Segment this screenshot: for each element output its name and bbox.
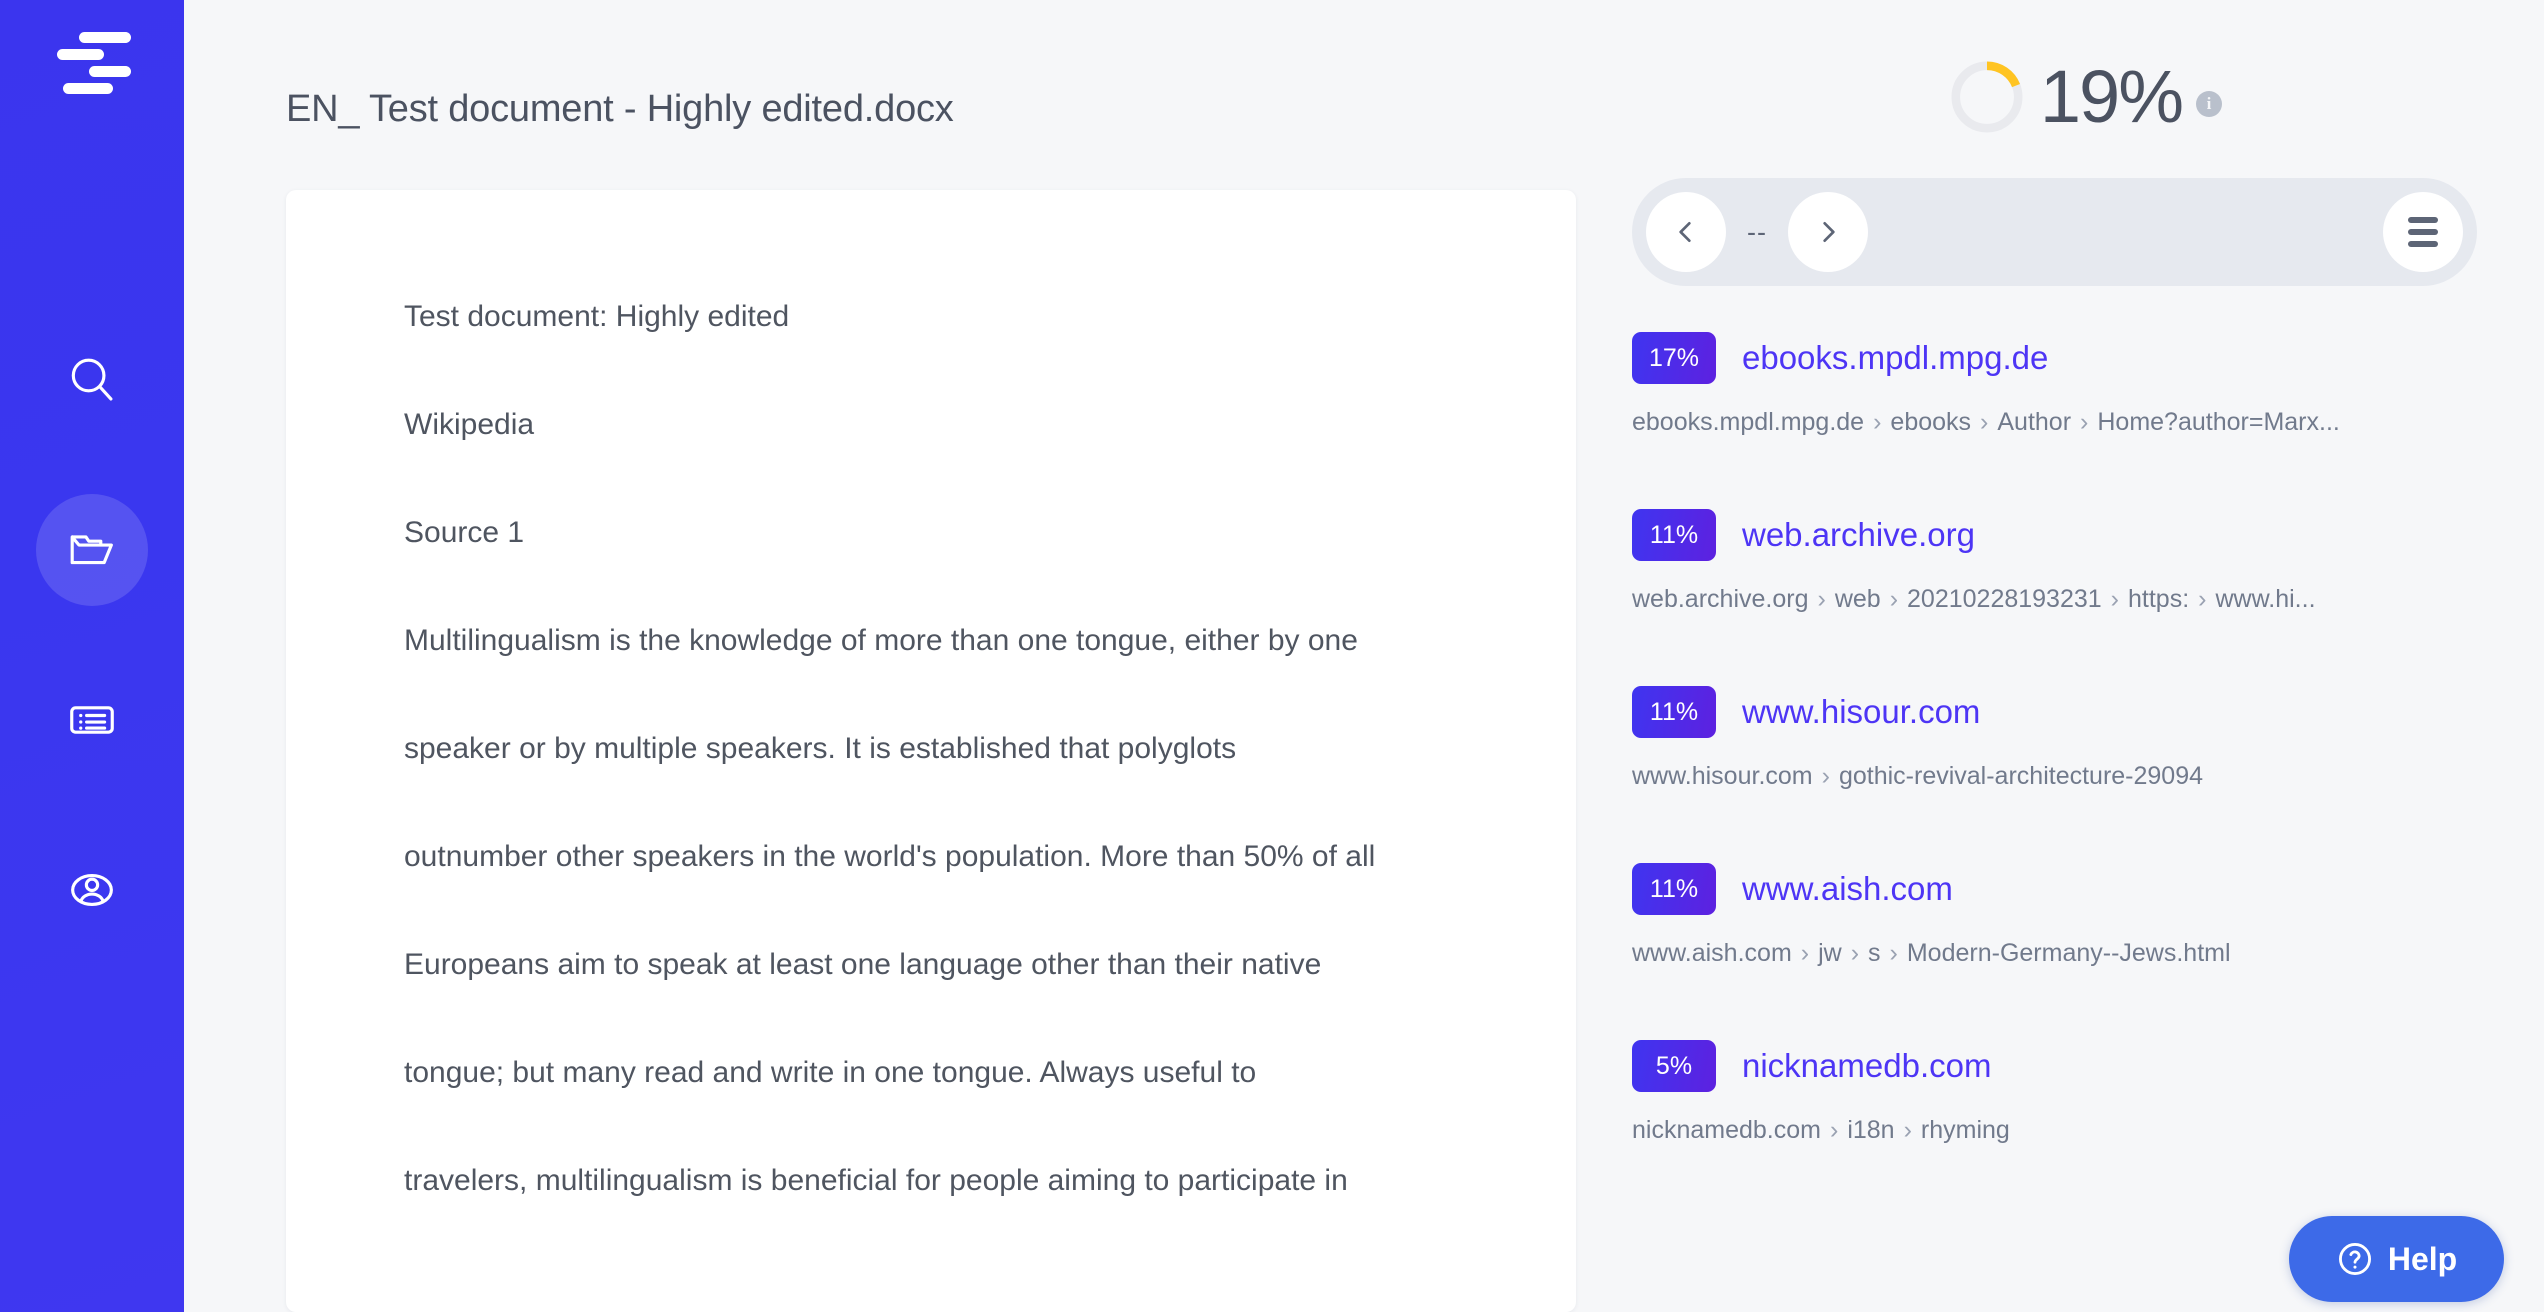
app-root: EN_ Test document - Highly edited.docx 1… [0, 0, 2544, 1312]
list-item[interactable]: 11% web.archive.org web.archive.org › web ›… [1632, 509, 2512, 614]
breadcrumb-segment: i18n [1847, 1116, 1895, 1144]
document-line: Test document: Highly edited [404, 300, 790, 333]
status-badge[interactable]: 17% [1632, 332, 1716, 384]
document-line: Source 1 [404, 516, 525, 549]
breadcrumb: nicknamedb.com › i18n › rhyming [1632, 1116, 2512, 1145]
source-header: 5% nicknamedb.com [1632, 1040, 2512, 1092]
status-badge[interactable]: 5% [1632, 1040, 1716, 1092]
chevron-right-icon [1823, 222, 1835, 242]
list-icon [70, 706, 114, 734]
user-icon [71, 874, 113, 906]
score-percentage: 19% [2039, 55, 2184, 138]
breadcrumb-segment: rhyming [1920, 1116, 2010, 1144]
list-item[interactable]: 17% ebooks.mpdl.mpg.de ebooks.mpdl.mpg.d… [1632, 332, 2512, 437]
help-button[interactable]: Help [2289, 1216, 2504, 1302]
breadcrumb-segment: nicknamedb.com [1632, 1116, 1821, 1144]
source-domain-link[interactable]: nicknamedb.com [1742, 1047, 1991, 1085]
breadcrumb-segment: web [1834, 585, 1881, 613]
document-line: Wikipedia [404, 408, 535, 441]
breadcrumb-segment: s [1868, 939, 1881, 967]
help-button-label: Help [2387, 1241, 2458, 1277]
source-header: 17% ebooks.mpdl.mpg.de [1632, 332, 2512, 384]
status-badge[interactable]: 11% [1632, 509, 1716, 561]
similarity-score: 19% i [1948, 58, 2222, 136]
breadcrumb: web.archive.org › web › 20210228193231 › https… [1632, 585, 2512, 614]
sidebar-nav [36, 324, 148, 946]
breadcrumb-segment: https: [2128, 585, 2190, 613]
next-source-button[interactable] [1788, 192, 1868, 272]
breadcrumb-segment: ebooks [1890, 408, 1972, 436]
sources-navigation-bar: -- [1632, 178, 2477, 286]
document-line: Multilingualism is the knowledge of more… [404, 624, 1358, 657]
breadcrumb-segment: www.hisour.com [1632, 762, 1813, 790]
source-domain-link[interactable]: www.hisour.com [1742, 693, 1980, 731]
breadcrumb-segment: 20210228193231 [1907, 585, 2102, 613]
search-icon [71, 358, 113, 401]
sidebar-item-account[interactable] [36, 834, 148, 946]
breadcrumb-segment: ebooks.mpdl.mpg.de [1632, 408, 1865, 436]
source-header: 11% www.hisour.com [1632, 686, 2512, 738]
chevron-right-icon: › [2198, 585, 2207, 613]
document-line: tongue; but many read and write in one t… [404, 1056, 1257, 1089]
sidebar-item-search[interactable] [36, 324, 148, 436]
document-line: travelers, multilingualism is beneficial… [404, 1164, 1348, 1197]
document-line: Europeans aim to speak at least one lang… [404, 948, 1322, 981]
chevron-right-icon: › [1800, 939, 1810, 967]
previous-source-button[interactable] [1646, 192, 1726, 272]
chevron-right-icon: › [1817, 585, 1826, 613]
sidebar-item-documents[interactable] [36, 494, 148, 606]
breadcrumb-segment: www.hi... [2215, 585, 2316, 613]
breadcrumb-segment: Home?author=Marx... [2097, 408, 2340, 436]
source-header: 11% web.archive.org [1632, 509, 2512, 561]
info-icon[interactable]: i [2196, 91, 2222, 117]
chevron-right-icon: › [1873, 408, 1882, 436]
page-title: EN_ Test document - Highly edited.docx [286, 88, 954, 130]
breadcrumb: ebooks.mpdl.mpg.de › ebooks › Author › Home?au… [1632, 408, 2512, 437]
source-domain-link[interactable]: web.archive.org [1742, 516, 1975, 554]
source-domain-link[interactable]: ebooks.mpdl.mpg.de [1742, 339, 2048, 377]
app-logo[interactable] [49, 30, 135, 96]
breadcrumb-segment: web.archive.org [1632, 585, 1809, 613]
breadcrumb: www.aish.com › jw › s › Modern-Germany--Jews.h… [1632, 939, 2512, 968]
folder-icon [70, 535, 113, 565]
sidebar [0, 0, 184, 1312]
sources-list: 17% ebooks.mpdl.mpg.de ebooks.mpdl.mpg.d… [1632, 332, 2512, 1145]
document-line: outnumber other speakers in the world's … [404, 840, 1376, 873]
chevron-right-icon: › [2110, 585, 2119, 613]
sidebar-item-reports[interactable] [36, 664, 148, 776]
breadcrumb-segment: gothic-revival-architecture-29094 [1838, 762, 2204, 790]
chevron-right-icon: › [1889, 585, 1899, 613]
sources-menu-button[interactable] [2383, 192, 2463, 272]
chevron-right-icon: › [1829, 1116, 1839, 1144]
document-viewer[interactable]: Test document: Highly edited Wikipedia S… [286, 190, 1576, 1312]
list-item[interactable]: 11% www.hisour.com www.hisour.com › gothic… [1632, 686, 2512, 791]
document-text: Test document: Highly edited Wikipedia S… [286, 190, 1576, 1196]
source-header: 11% www.aish.com [1632, 863, 2512, 915]
breadcrumb-segment: jw [1818, 939, 1842, 967]
chevron-right-icon: › [1889, 939, 1898, 967]
chevron-right-icon: › [1980, 408, 1989, 436]
document-line: speaker or by multiple speakers. It is e… [404, 732, 1237, 765]
source-domain-link[interactable]: www.aish.com [1742, 870, 1953, 908]
breadcrumb: www.hisour.com › gothic-revival-architectu… [1632, 762, 2512, 791]
chevron-left-icon [1679, 222, 1691, 242]
question-mark-circle-icon [2338, 1243, 2371, 1275]
score-gauge-icon [1951, 61, 2023, 133]
chevron-right-icon: › [1821, 762, 1830, 790]
list-item[interactable]: 5% nicknamedb.com nicknamedb.com › i18n › rh… [1632, 1040, 2512, 1145]
chevron-right-icon: › [1850, 939, 1860, 967]
breadcrumb-segment: www.aish.com [1632, 939, 1792, 967]
status-badge[interactable]: 11% [1632, 863, 1716, 915]
sources-panel: -- 17% ebooks.mpdl.mpg.de ebooks.mpdl.mp… [1632, 178, 2512, 1312]
hamburger-menu-icon [2408, 217, 2438, 247]
breadcrumb-segment: Modern-Germany--Jews.html [1906, 939, 2231, 967]
source-counter: -- [1747, 216, 1767, 247]
breadcrumb-segment: Author [1997, 408, 2072, 436]
list-item[interactable]: 11% www.aish.com www.aish.com › jw › s › Moder… [1632, 863, 2512, 968]
status-badge[interactable]: 11% [1632, 686, 1716, 738]
chevron-right-icon: › [2080, 408, 2089, 436]
chevron-right-icon: › [1903, 1116, 1912, 1144]
